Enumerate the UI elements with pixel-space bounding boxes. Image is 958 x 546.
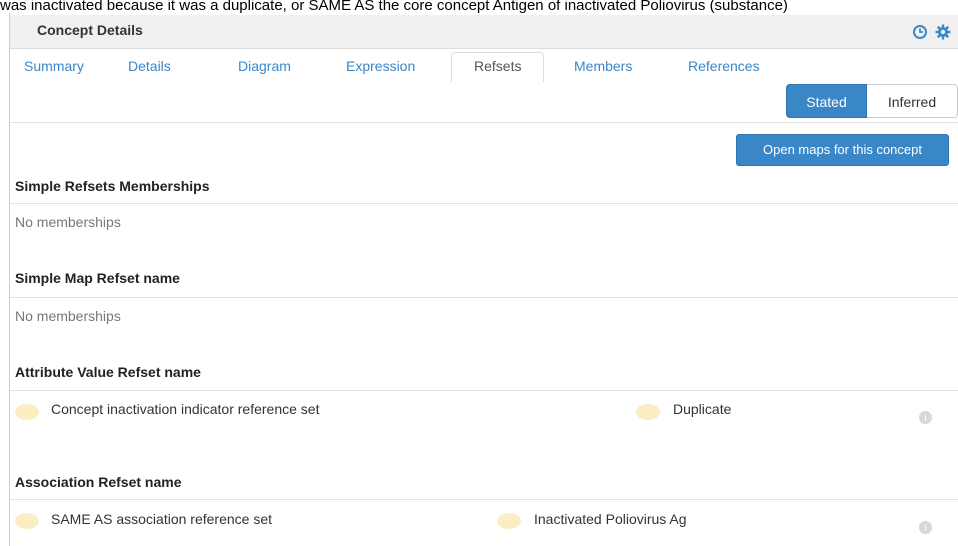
panel-header: Concept Details xyxy=(10,15,958,49)
tab-refsets[interactable]: Refsets xyxy=(451,52,545,83)
info-icon[interactable] xyxy=(919,521,932,534)
status-dot xyxy=(15,513,39,529)
divider xyxy=(10,499,958,500)
status-dot xyxy=(497,513,521,529)
tab-summary[interactable]: Summary xyxy=(24,55,84,81)
section-title-attribute-value: Attribute Value Refset name xyxy=(15,364,201,380)
refset-value: Inactivated Poliovirus Ag xyxy=(534,511,687,527)
refset-value: Duplicate xyxy=(673,401,732,417)
tab-bar: Summary Details Diagram Expression Refse… xyxy=(10,49,958,83)
panel-title: Concept Details xyxy=(37,22,143,38)
tab-members[interactable]: Members xyxy=(574,55,632,81)
info-icon[interactable] xyxy=(919,411,932,424)
stated-toggle-button[interactable]: Stated xyxy=(786,84,867,118)
tab-diagram[interactable]: Diagram xyxy=(238,55,291,81)
divider xyxy=(10,122,958,123)
history-clock-icon[interactable] xyxy=(912,24,928,40)
tab-references[interactable]: References xyxy=(688,55,760,81)
gear-icon[interactable] xyxy=(935,24,951,40)
refset-name: Concept inactivation indicator reference… xyxy=(51,401,320,417)
divider xyxy=(10,390,958,391)
tab-details[interactable]: Details xyxy=(128,55,171,81)
status-dot xyxy=(15,404,39,420)
tab-expression[interactable]: Expression xyxy=(346,55,415,81)
divider xyxy=(10,203,958,204)
empty-memberships-text: No memberships xyxy=(15,214,121,230)
divider xyxy=(10,297,958,298)
empty-memberships-text: No memberships xyxy=(15,308,121,324)
concept-details-panel: Concept Details Summary Details Diagram … xyxy=(9,13,958,546)
open-maps-button[interactable]: Open maps for this concept xyxy=(736,134,949,166)
status-dot xyxy=(636,404,660,420)
inferred-toggle-button[interactable]: Inferred xyxy=(867,84,958,118)
section-title-simple-refsets: Simple Refsets Memberships xyxy=(15,178,210,194)
section-title-association: Association Refset name xyxy=(15,474,182,490)
refset-name: SAME AS association reference set xyxy=(51,511,272,527)
section-title-simple-map: Simple Map Refset name xyxy=(15,270,180,286)
